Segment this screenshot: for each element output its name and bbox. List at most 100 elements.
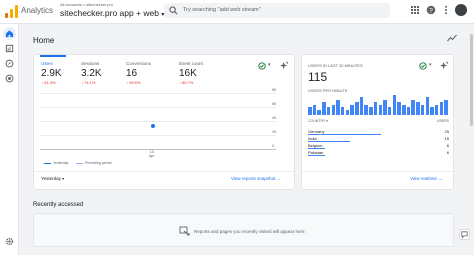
chevron-down-icon[interactable]: ▾ (429, 62, 432, 68)
recently-accessed-card: Reports and pages you recently visited w… (33, 213, 454, 247)
reports-icon (5, 44, 14, 53)
realtime-users-value: 115 (308, 70, 328, 84)
per-minute-bar[interactable] (336, 100, 340, 115)
nav-reports[interactable] (3, 42, 16, 55)
chart-baseline (40, 149, 276, 150)
per-minute-bar[interactable] (373, 102, 378, 115)
analytics-logo-icon[interactable] (5, 5, 18, 18)
search-input[interactable]: Try searching "add web stream" (164, 3, 390, 18)
metric-event-count[interactable]: Event count 16K ↓ 80.7% (179, 61, 203, 85)
per-minute-bar[interactable] (416, 102, 420, 115)
table-row[interactable]: Pakistan 6 (308, 150, 449, 156)
grid-line (40, 135, 276, 136)
per-minute-bar[interactable] (402, 105, 406, 115)
search-icon (169, 6, 178, 15)
selected-metric-indicator (40, 55, 66, 57)
svg-text:?: ? (429, 7, 433, 14)
share-bar (308, 155, 325, 156)
admin-gear-icon[interactable] (5, 237, 14, 246)
per-minute-bar[interactable] (378, 105, 382, 115)
y-tick-label: 4K (272, 116, 277, 120)
per-minute-bar[interactable] (420, 105, 425, 115)
y-tick-label: 8K (272, 88, 277, 92)
more-vertical-icon[interactable] (441, 5, 451, 15)
per-minute-bar[interactable] (326, 107, 331, 115)
property-selector[interactable]: sitechecker.pro app + web ▾ (60, 8, 164, 18)
per-minute-bar[interactable] (411, 100, 415, 115)
y-tick-label: 0 (272, 144, 274, 148)
chat-icon (461, 231, 468, 239)
chevron-down-icon[interactable]: ▾ (268, 62, 271, 68)
per-minute-bar[interactable] (425, 97, 429, 115)
chevron-down-icon: ▾ (62, 176, 65, 181)
avatar[interactable] (455, 4, 467, 16)
per-minute-bar[interactable] (308, 107, 312, 115)
sparkle-insights-icon[interactable] (440, 61, 449, 70)
per-minute-bar[interactable] (369, 107, 373, 115)
chevron-down-icon: ▾ (326, 119, 328, 123)
verified-check-icon[interactable] (419, 62, 427, 70)
table-row[interactable]: India 15 (308, 136, 449, 142)
page-scrollbar[interactable] (470, 24, 474, 255)
y-tick-label: 2K (272, 130, 277, 134)
legend-current: Yesterday (44, 161, 68, 165)
per-minute-bar[interactable] (387, 107, 392, 115)
scroll-thumb[interactable] (470, 34, 473, 126)
per-minute-bar[interactable] (397, 102, 401, 115)
x-tick-label: 13 Apr (149, 150, 154, 158)
users-per-minute-chart (308, 95, 449, 115)
per-minute-bar[interactable] (322, 102, 326, 115)
property-name: sitechecker.pro app + web (60, 8, 159, 18)
sparkle-insights-icon[interactable] (280, 61, 289, 70)
per-minute-bar[interactable] (350, 105, 354, 115)
nav-explore[interactable] (3, 57, 16, 70)
per-minute-bar[interactable] (355, 102, 359, 115)
metric-users[interactable]: Users 2.9K ↓ 51.3% (41, 61, 62, 85)
metric-conversions[interactable]: Conversions 16 ↓ 99.6% (126, 61, 151, 85)
table-row[interactable]: Germany 25 (308, 129, 449, 135)
col-country[interactable]: COUNTRY ▾ (308, 119, 328, 123)
date-range-dropdown[interactable]: Yesterday ▾ (41, 176, 64, 181)
share-bar (308, 134, 382, 135)
per-minute-bar[interactable] (331, 105, 335, 115)
arrow-right-icon: → (276, 176, 282, 181)
per-minute-bar[interactable] (345, 110, 350, 115)
legend-previous: Preceding period (76, 161, 111, 165)
per-minute-bar[interactable] (383, 100, 387, 115)
view-realtime-link[interactable]: View realtime → (410, 176, 443, 181)
section-title-recent: Recently accessed (33, 202, 84, 208)
help-icon[interactable]: ? (426, 5, 436, 15)
nav-advertising[interactable] (3, 72, 16, 85)
insights-icon[interactable] (447, 34, 457, 42)
overview-card: Users 2.9K ↓ 51.3% Sessions 3.2K ↓ 74.1%… (33, 54, 296, 190)
card-divider (302, 171, 455, 172)
apps-grid-icon[interactable] (410, 5, 420, 15)
left-nav-rail (0, 24, 19, 255)
per-minute-bar[interactable] (392, 95, 397, 115)
verified-check-icon[interactable] (258, 62, 266, 70)
per-minute-bar[interactable] (444, 100, 448, 115)
view-reports-snapshot-link[interactable]: View reports snapshot → (231, 176, 281, 181)
chart-data-point[interactable] (151, 124, 155, 128)
search-placeholder: Try searching "add web stream" (183, 7, 261, 13)
account-breadcrumb[interactable]: All accounts > sitechecker.pro (60, 2, 113, 7)
per-minute-bar[interactable] (434, 105, 439, 115)
feedback-chat-icon[interactable] (459, 229, 470, 240)
arrow-right-icon: → (438, 176, 443, 181)
share-bar (308, 141, 351, 142)
per-minute-bar[interactable] (340, 107, 345, 115)
grid-line (40, 107, 276, 108)
per-minute-bar[interactable] (312, 105, 317, 115)
recent-pages-icon (179, 226, 190, 236)
per-minute-bar[interactable] (406, 107, 411, 115)
per-minute-bar[interactable] (317, 110, 321, 115)
per-minute-bar[interactable] (439, 102, 444, 115)
table-row[interactable]: Belgium 6 (308, 143, 449, 149)
per-minute-bar[interactable] (430, 107, 434, 115)
metric-sessions[interactable]: Sessions 3.2K ↓ 74.1% (81, 61, 102, 85)
recent-empty-text: Reports and pages you recently visited w… (194, 229, 306, 234)
nav-home[interactable] (3, 27, 16, 40)
per-minute-bar[interactable] (359, 97, 364, 115)
card-divider (34, 171, 296, 172)
per-minute-bar[interactable] (364, 105, 368, 115)
